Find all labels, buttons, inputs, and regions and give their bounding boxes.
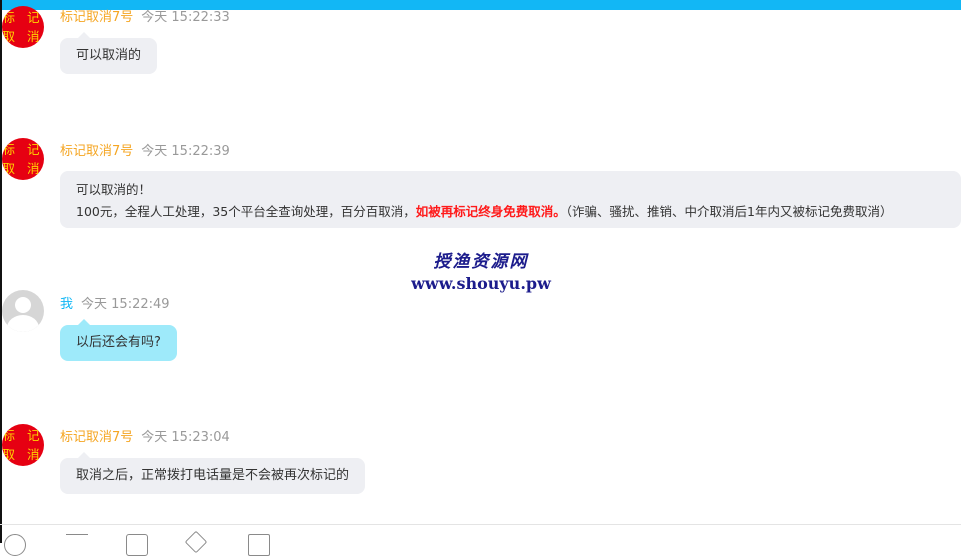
avatar[interactable]: 标 记 取 消 [2,424,44,466]
sender-name[interactable]: 标记取消7号 [60,430,133,445]
avatar-badge-line2: 取 消 [2,161,44,176]
font-icon[interactable] [66,534,88,556]
message-bubble[interactable]: 取消之后，正常拨打电话量是不会被再次标记的 [60,452,366,494]
avatar-badge-line1: 标 记 [2,428,44,443]
screenshot-icon[interactable] [126,534,148,556]
message-meta: 标记取消7号 今天 15:23:04 [60,426,230,445]
window-edge [0,0,2,543]
message-text: 可以取消的 [76,48,142,63]
avatar[interactable]: 标 记 取 消 [2,6,44,48]
message-meta: 我今天 15:22:49 [60,293,170,312]
message-time: 今天 15:22:33 [141,10,230,25]
user-icon-body [7,315,39,332]
scissors-icon[interactable] [184,530,208,554]
message-bubble[interactable]: 可以取消的 [60,32,158,74]
message-time: 今天 15:22:39 [141,144,230,159]
sender-name[interactable]: 我 [60,297,73,312]
watermark: 授渔资源网 www.shouyu.pw [410,247,552,293]
message-text-line2: 100元，全程人工处理，35个平台全查询处理，百分百取消，如被再标记终身免费取消… [76,201,945,223]
folder-icon[interactable] [248,534,270,556]
message-meta: 标记取消7号 今天 15:22:39 [60,140,230,159]
avatar[interactable] [2,290,44,332]
sender-name[interactable]: 标记取消7号 [60,144,133,159]
input-divider [0,524,961,525]
avatar-badge-line1: 标 记 [2,10,44,25]
watermark-url: www.shouyu.pw [411,274,551,293]
avatar-badge-line2: 取 消 [2,447,44,462]
message-bubble[interactable]: 以后还会有吗? [60,319,177,361]
avatar-badge-line1: 标 记 [2,142,44,157]
message-text-line1: 可以取消的！ [76,182,152,197]
message-meta: 标记取消7号 今天 15:22:33 [60,6,230,25]
avatar-badge-line2: 取 消 [2,29,44,44]
sender-name[interactable]: 标记取消7号 [60,10,133,25]
user-icon-head [15,297,31,313]
message-text: 以后还会有吗? [76,335,161,350]
message-text: 取消之后，正常拨打电话量是不会被再次标记的 [76,468,350,483]
message-time: 今天 15:22:49 [81,297,170,312]
message-text: （诈骗、骚扰、推销、中介取消后1年内又被标记免费取消） [565,204,893,219]
highlight-text: 如被再标记终身免费取消。 [415,204,566,219]
message-bubble[interactable]: 可以取消的！ 100元，全程人工处理，35个平台全查询处理，百分百取消，如被再标… [60,171,961,228]
message-text: 100元，全程人工处理，35个平台全查询处理，百分百取消， [76,204,416,219]
emoji-icon[interactable] [4,534,26,556]
message-time: 今天 15:23:04 [141,430,230,445]
watermark-title: 授渔资源网 [433,252,529,272]
avatar[interactable]: 标 记 取 消 [2,138,44,180]
